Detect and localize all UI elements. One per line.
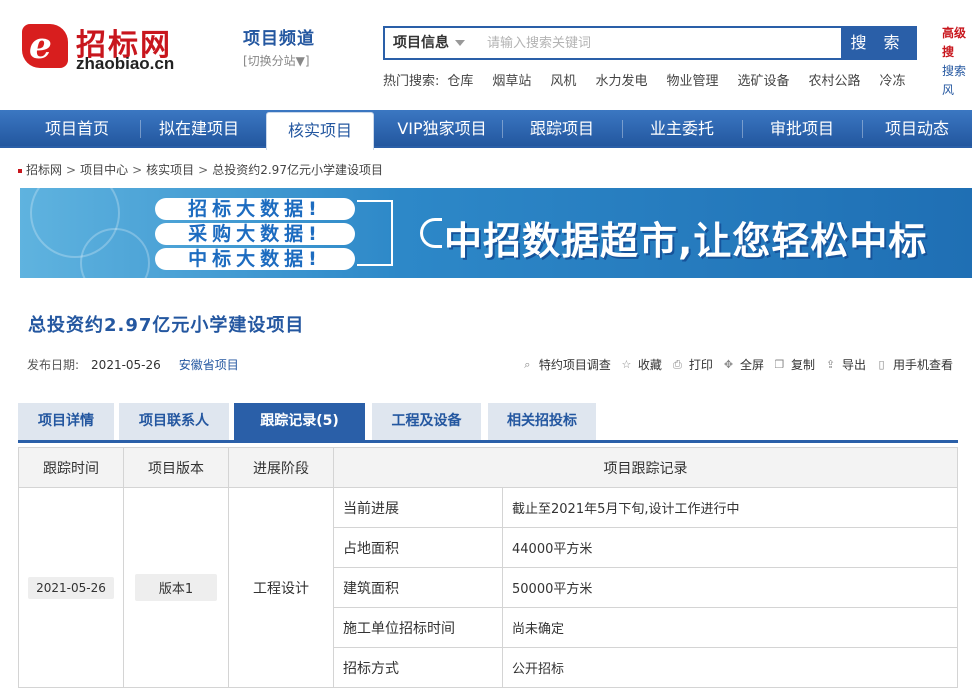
nav-item-approval[interactable]: 审批项目 <box>742 110 862 148</box>
stage-cell: 工程设计 <box>228 487 334 688</box>
search-more-link[interactable]: 搜索风 <box>942 62 972 100</box>
tab-equipment[interactable]: 工程及设备 <box>372 403 481 440</box>
record-value: 50000平方米 <box>502 567 958 608</box>
publish-meta: 发布日期: 2021-05-26 安徽省项目 <box>27 356 239 373</box>
banner-slogan: 中招数据超市,让您轻松中标 <box>444 219 928 263</box>
record-value: 截止至2021年5月下旬,设计工作进行中 <box>502 487 958 528</box>
publish-date-label: 发布日期: <box>27 358 80 372</box>
tab-details[interactable]: 项目详情 <box>18 403 114 440</box>
favorite-button[interactable]: ☆ 收藏 <box>620 356 661 373</box>
copy-icon: ❐ <box>774 358 785 371</box>
tab-related-bids[interactable]: 相关招投标 <box>488 403 596 440</box>
search-input[interactable] <box>481 28 841 58</box>
breadcrumb-link[interactable]: 核实项目 <box>146 163 194 177</box>
channel-block: 项目频道 [切换分站▼] <box>243 24 315 69</box>
mobile-view-button[interactable]: ▯ 用手机查看 <box>875 356 953 373</box>
banner-pill: 招标大数据! <box>155 198 355 220</box>
promo-banner[interactable]: 招标大数据! 采购大数据! 中标大数据! 中招数据超市,让您轻松中标 <box>20 188 972 278</box>
site-logo[interactable]: e 招标网 zhaobiao.cn <box>22 22 197 73</box>
advanced-links: 高级搜 搜索风 <box>942 24 972 100</box>
record-value: 44000平方米 <box>502 527 958 568</box>
chevron-down-icon <box>455 40 465 46</box>
hot-keyword[interactable]: 水力发电 <box>595 74 647 89</box>
tab-tracking[interactable]: 跟踪记录(5) <box>234 403 365 440</box>
column-header: 项目跟踪记录 <box>333 447 958 488</box>
record-label: 招标方式 <box>333 647 503 688</box>
record-label: 当前进展 <box>333 487 503 528</box>
nav-item-tracking[interactable]: 跟踪项目 <box>502 110 622 148</box>
breadcrumb-link[interactable]: 招标网 <box>26 163 62 177</box>
record-value: 尚未确定 <box>502 607 958 648</box>
nav-item-planned[interactable]: 拟在建项目 <box>140 110 258 148</box>
mobile-icon: ▯ <box>878 358 885 371</box>
province-link[interactable]: 安徽省项目 <box>179 358 239 372</box>
search-category-label: 项目信息 <box>393 35 449 51</box>
hot-search-label: 热门搜索: <box>383 74 440 89</box>
hot-keyword[interactable]: 仓库 <box>447 74 473 89</box>
column-header: 项目版本 <box>123 447 229 488</box>
export-button[interactable]: ⇪ 导出 <box>824 356 866 373</box>
record-label: 占地面积 <box>333 527 503 568</box>
printer-icon: ⎙ <box>673 358 682 371</box>
nav-item-owner[interactable]: 业主委托 <box>622 110 742 148</box>
breadcrumb-current: 总投资约2.97亿元小学建设项目 <box>212 163 383 177</box>
record-label: 建筑面积 <box>333 567 503 608</box>
version-cell: 版本1 <box>123 487 229 688</box>
switch-site-link[interactable]: [切换分站▼] <box>243 52 315 69</box>
hot-keyword[interactable]: 农村公路 <box>808 74 860 89</box>
hot-keyword[interactable]: 烟草站 <box>492 74 531 89</box>
search-button[interactable]: 搜 索 <box>841 28 915 58</box>
track-time-cell: 2021-05-26 <box>18 487 124 688</box>
print-button[interactable]: ⎙ 打印 <box>671 356 713 373</box>
record-label: 施工单位招标时间 <box>333 607 503 648</box>
fullscreen-button[interactable]: ✥ 全屏 <box>722 356 764 373</box>
hot-keyword[interactable]: 冷冻 <box>880 74 906 89</box>
banner-bracket <box>357 200 393 266</box>
copy-button[interactable]: ❐ 复制 <box>773 356 815 373</box>
publish-date: 2021-05-26 <box>91 358 161 372</box>
version-badge: 版本1 <box>134 574 218 601</box>
page-title: 总投资约2.97亿元小学建设项目 <box>28 315 305 336</box>
fullscreen-icon: ✥ <box>723 358 734 371</box>
table-row: 2021-05-26 版本1 工程设计 当前进展 截止至2021年5月下旬,设计… <box>18 487 958 688</box>
nav-item-vip[interactable]: VIP独家项目 <box>382 110 502 148</box>
logo-mark-icon: e <box>22 24 68 68</box>
banner-pill: 采购大数据! <box>155 223 355 245</box>
column-header: 进展阶段 <box>228 447 334 488</box>
star-icon: ☆ <box>621 358 632 371</box>
tab-contacts[interactable]: 项目联系人 <box>119 403 229 440</box>
channel-title: 项目频道 <box>243 29 315 49</box>
track-time: 2021-05-26 <box>28 576 114 599</box>
nav-item-news[interactable]: 项目动态 <box>862 110 972 148</box>
nav-item-verified[interactable]: 核实项目 <box>266 112 374 150</box>
search-category-select[interactable]: 项目信息 <box>385 28 479 58</box>
hot-keyword[interactable]: 风机 <box>550 74 576 89</box>
bullet-icon <box>18 168 22 173</box>
advanced-search-link[interactable]: 高级搜 <box>942 24 972 62</box>
breadcrumb: 招标网 > 项目中心 > 核实项目 > 总投资约2.97亿元小学建设项目 <box>18 161 383 178</box>
hot-keyword[interactable]: 选矿设备 <box>737 74 789 89</box>
magnifier-icon: ⌕ <box>524 358 531 371</box>
breadcrumb-link[interactable]: 项目中心 <box>80 163 128 177</box>
banner-pill: 中标大数据! <box>155 248 355 270</box>
export-icon: ⇪ <box>825 358 836 371</box>
banner-arc <box>420 218 442 248</box>
tab-bar: 项目详情 项目联系人 跟踪记录(5) 工程及设备 相关招投标 <box>18 403 958 443</box>
table-header-row: 跟踪时间 项目版本 进展阶段 项目跟踪记录 <box>18 447 958 488</box>
nav-item-home[interactable]: 项目首页 <box>14 110 140 148</box>
main-nav: 项目首页 拟在建项目 核实项目 VIP独家项目 跟踪项目 业主委托 审批项目 项… <box>0 110 972 150</box>
hot-keyword[interactable]: 物业管理 <box>666 74 718 89</box>
hot-search: 热门搜索: 仓库 烟草站 风机 水力发电 物业管理 选矿设备 农村公路 冷冻 <box>383 70 925 89</box>
search-bar: 项目信息 搜 索 <box>383 26 917 60</box>
tracking-table: 跟踪时间 项目版本 进展阶段 项目跟踪记录 2021-05-26 版本1 工程设… <box>18 447 958 688</box>
survey-button[interactable]: ⌕ 特约项目调查 <box>521 356 611 373</box>
record-value: 公开招标 <box>502 647 958 688</box>
column-header: 跟踪时间 <box>18 447 124 488</box>
logo-text-en: zhaobiao.cn <box>76 54 175 73</box>
toolbar: ⌕ 特约项目调查 ☆ 收藏 ⎙ 打印 ✥ 全屏 ❐ 复制 ⇪ 导出 ▯ 用手机查看 <box>512 356 953 373</box>
